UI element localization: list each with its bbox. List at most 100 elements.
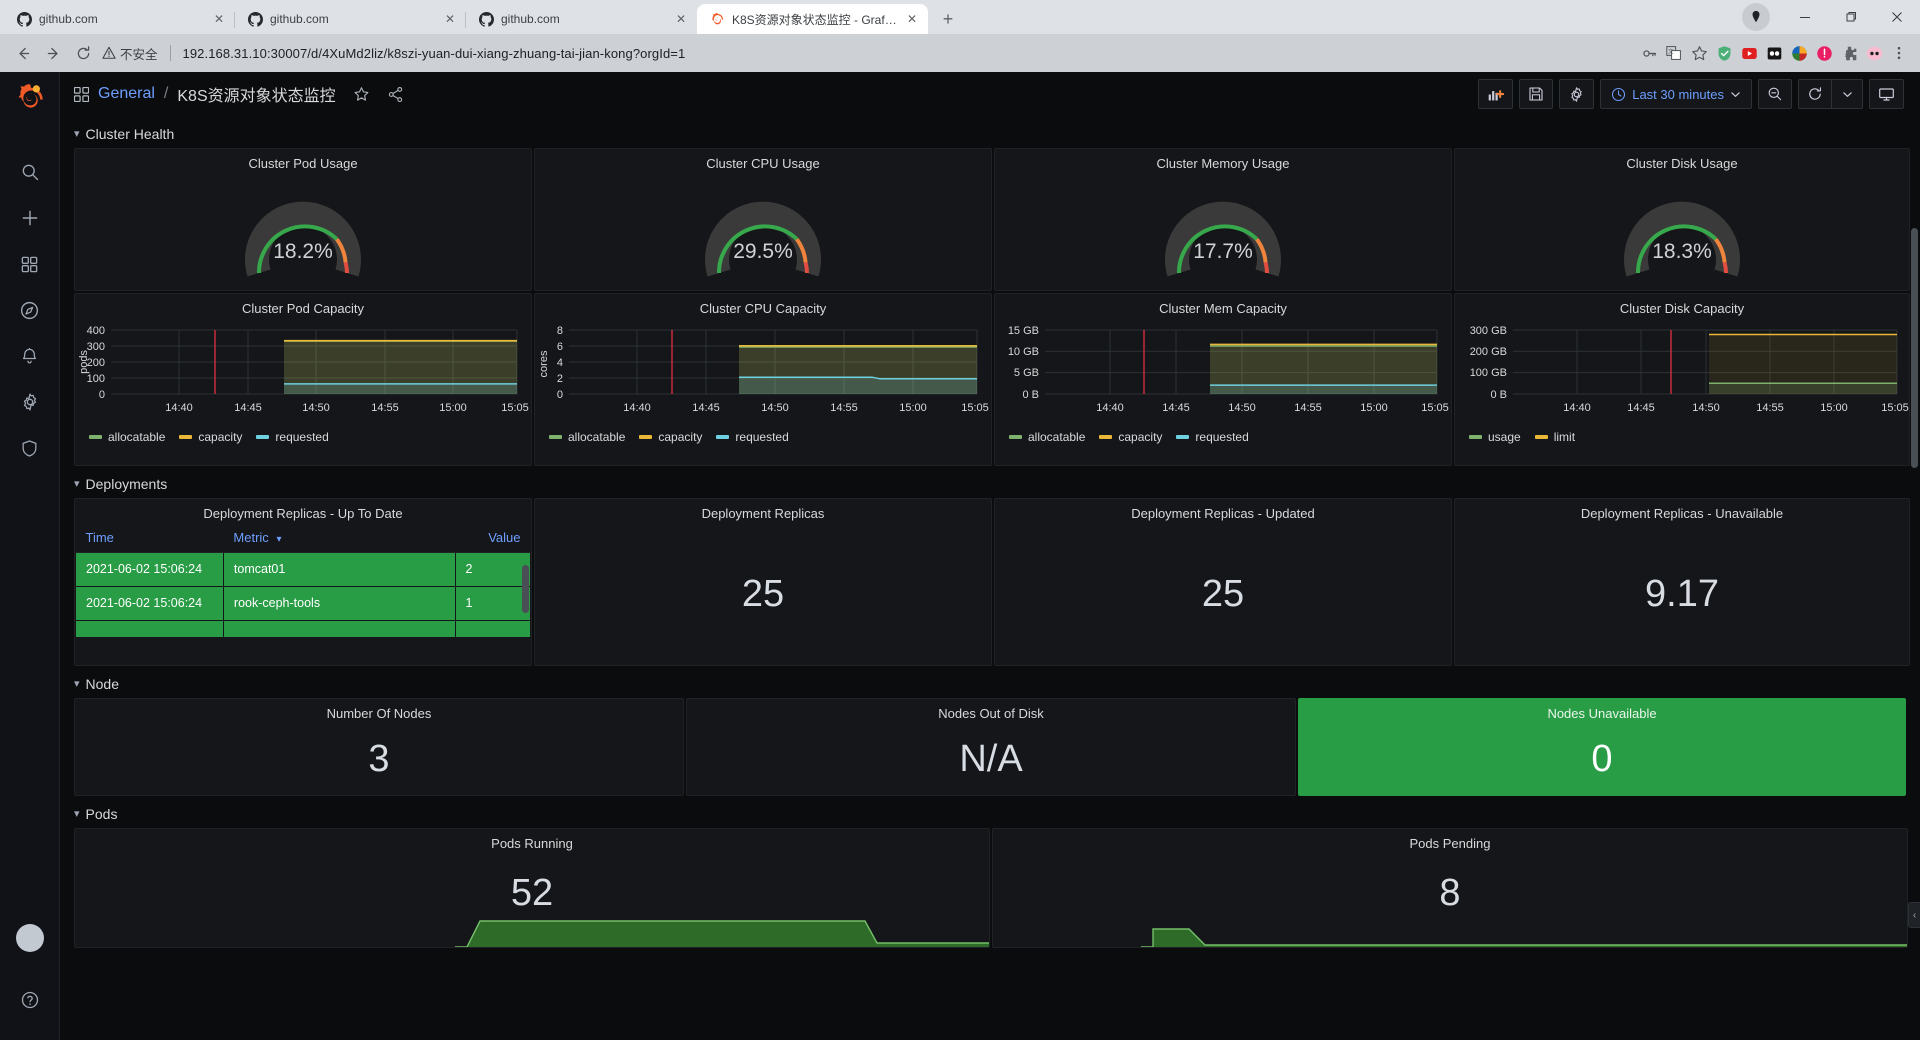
bookmark-star-icon[interactable]: [1690, 44, 1708, 62]
extension-dark-icon[interactable]: [1765, 44, 1783, 62]
refresh-interval-dropdown[interactable]: [1831, 79, 1863, 109]
forward-icon[interactable]: [38, 38, 68, 68]
panel-number-of-nodes[interactable]: Number Of Nodes 3: [74, 698, 684, 796]
avatar[interactable]: [15, 924, 44, 952]
column-header-metric[interactable]: Metric ▾: [223, 523, 455, 553]
sidebar-item-configuration[interactable]: [10, 380, 50, 424]
sidebar-item-create[interactable]: [10, 196, 50, 240]
grafana-logo-icon[interactable]: [13, 82, 47, 116]
x-tick: 15:05: [1881, 402, 1909, 414]
add-panel-button[interactable]: [1478, 79, 1514, 109]
panel-body: 25: [995, 523, 1451, 665]
new-tab-button[interactable]: +: [934, 5, 962, 33]
browser-menu-icon[interactable]: [1890, 44, 1908, 62]
translate-icon[interactable]: 文: [1665, 44, 1683, 62]
close-icon[interactable]: ✕: [904, 11, 920, 27]
panel-cluster-disk-usage[interactable]: Cluster Disk Usage 18.3%: [1454, 148, 1910, 291]
sidebar-item-server-admin[interactable]: [10, 426, 50, 470]
panel-cluster-cpu-usage[interactable]: Cluster CPU Usage 29.5%: [534, 148, 992, 291]
dashboard-scrollbar[interactable]: [1911, 228, 1918, 468]
kiosk-mode-button[interactable]: [1869, 79, 1904, 109]
maximize-button[interactable]: [1828, 0, 1874, 34]
column-header-value[interactable]: Value: [455, 523, 531, 553]
save-dashboard-button[interactable]: [1519, 79, 1554, 109]
row-header-deployments[interactable]: ▾ Deployments: [74, 470, 1910, 498]
close-icon[interactable]: ✕: [211, 11, 227, 27]
share-icon[interactable]: [387, 86, 404, 103]
sidebar-item-dashboards[interactable]: [10, 242, 50, 286]
legend-item[interactable]: limit: [1534, 430, 1575, 444]
clock-icon: [1612, 87, 1626, 101]
password-key-icon[interactable]: [1640, 44, 1658, 62]
legend-item[interactable]: allocatable: [549, 430, 625, 444]
table-scroll-area[interactable]: Time Metric ▾ Value 2021-06-02 15:06:24 …: [75, 523, 531, 665]
panel-cluster-pod-usage[interactable]: Cluster Pod Usage 18.2%: [74, 148, 532, 291]
pin-extension-icon[interactable]: [1815, 44, 1833, 62]
table-row[interactable]: 2021-06-02 15:06:24 tomcat01 2: [75, 552, 531, 587]
legend-item[interactable]: usage: [1469, 430, 1521, 444]
back-icon[interactable]: [8, 38, 38, 68]
close-icon[interactable]: ✕: [673, 11, 689, 27]
panel-cluster-pod-capacity[interactable]: Cluster Pod Capacity 400 300 200 100 0 p…: [74, 293, 532, 466]
browser-tab[interactable]: github.com ✕: [4, 4, 235, 34]
panel-deployment-replicas-unavailable[interactable]: Deployment Replicas - Unavailable 9.17: [1454, 498, 1910, 666]
legend-item[interactable]: capacity: [179, 430, 242, 444]
close-window-button[interactable]: [1874, 0, 1920, 34]
panel-cluster-mem-capacity[interactable]: Cluster Mem Capacity 15 GB 10 GB 5 GB 0 …: [994, 293, 1452, 466]
browser-tab[interactable]: github.com ✕: [465, 4, 697, 34]
panel-nodes-unavailable[interactable]: Nodes Unavailable 0: [1298, 698, 1906, 796]
gauge-chart: [995, 173, 1451, 290]
profile-avatar-icon[interactable]: [1742, 3, 1770, 31]
time-range-picker[interactable]: Last 30 minutes: [1600, 79, 1752, 109]
sidebar-item-help[interactable]: [10, 978, 50, 1022]
video-downloader-icon[interactable]: [1740, 44, 1758, 62]
table-row[interactable]: [75, 619, 531, 638]
refresh-button[interactable]: [1798, 79, 1832, 109]
legend-item[interactable]: requested: [1176, 430, 1249, 444]
puzzle-extensions-icon[interactable]: [1840, 44, 1858, 62]
legend-item[interactable]: allocatable: [89, 430, 165, 444]
address-input[interactable]: 不安全 192.168.31.10:30007/d/4XuMd2liz/k8sz…: [102, 40, 1634, 66]
legend-item[interactable]: requested: [256, 430, 329, 444]
panel-nodes-out-of-disk[interactable]: Nodes Out of Disk N/A: [686, 698, 1296, 796]
minimize-button[interactable]: [1782, 0, 1828, 34]
adblock-extension-icon[interactable]: [1715, 44, 1733, 62]
panel-deployment-replicas-up-to-date[interactable]: Deployment Replicas - Up To Date Time Me…: [74, 498, 532, 666]
pink-extension-icon[interactable]: [1865, 44, 1883, 62]
table-scrollbar[interactable]: [522, 565, 529, 613]
colorful-extension-icon[interactable]: [1790, 44, 1808, 62]
browser-tab[interactable]: github.com ✕: [234, 4, 466, 34]
collapse-panel-toggle[interactable]: ‹: [1908, 902, 1920, 928]
table-row[interactable]: 2021-06-02 15:06:24 rook-ceph-tools 1: [75, 585, 531, 621]
dashboard-settings-button[interactable]: [1559, 79, 1595, 109]
breadcrumb-folder[interactable]: General: [98, 85, 155, 103]
not-secure-badge[interactable]: 不安全: [102, 44, 158, 63]
legend-item[interactable]: capacity: [1099, 430, 1162, 444]
panel-deployment-replicas[interactable]: Deployment Replicas 25: [534, 498, 992, 666]
legend-item[interactable]: allocatable: [1009, 430, 1085, 444]
panel-deployment-replicas-updated[interactable]: Deployment Replicas - Updated 25: [994, 498, 1452, 666]
sidebar-item-alerting[interactable]: [10, 334, 50, 378]
zoom-out-time-button[interactable]: [1758, 79, 1792, 109]
close-icon[interactable]: ✕: [442, 11, 458, 27]
sidebar-item-search[interactable]: [10, 150, 50, 194]
reload-icon[interactable]: [68, 38, 98, 68]
row-header-cluster-health[interactable]: ▾ Cluster Health: [74, 120, 1910, 148]
panel-cluster-cpu-capacity[interactable]: Cluster CPU Capacity 8 6 4 2 0 cores 14:…: [534, 293, 992, 466]
legend-item[interactable]: requested: [716, 430, 789, 444]
star-icon[interactable]: [353, 86, 370, 103]
panel-pods-running[interactable]: Pods Running 52: [74, 828, 990, 948]
cell-metric: rook-ceph-tools: [222, 585, 456, 621]
panel-cluster-disk-capacity[interactable]: Cluster Disk Capacity 300 GB 200 GB 100 …: [1454, 293, 1910, 466]
legend-item[interactable]: capacity: [639, 430, 702, 444]
panel-pods-pending[interactable]: Pods Pending 8: [992, 828, 1908, 948]
panel-title: Cluster Memory Usage: [1156, 156, 1290, 171]
browser-tab-active[interactable]: K8S资源对象状态监控 - Grafana ✕: [697, 4, 928, 34]
row-header-node[interactable]: ▾ Node: [74, 670, 1910, 698]
row-title: Node: [85, 676, 119, 692]
x-tick: 14:55: [1294, 402, 1322, 414]
sidebar-item-explore[interactable]: [10, 288, 50, 332]
column-header-time[interactable]: Time: [75, 523, 224, 553]
row-header-pods[interactable]: ▾ Pods: [74, 800, 1910, 828]
panel-cluster-memory-usage[interactable]: Cluster Memory Usage 17.7%: [994, 148, 1452, 291]
